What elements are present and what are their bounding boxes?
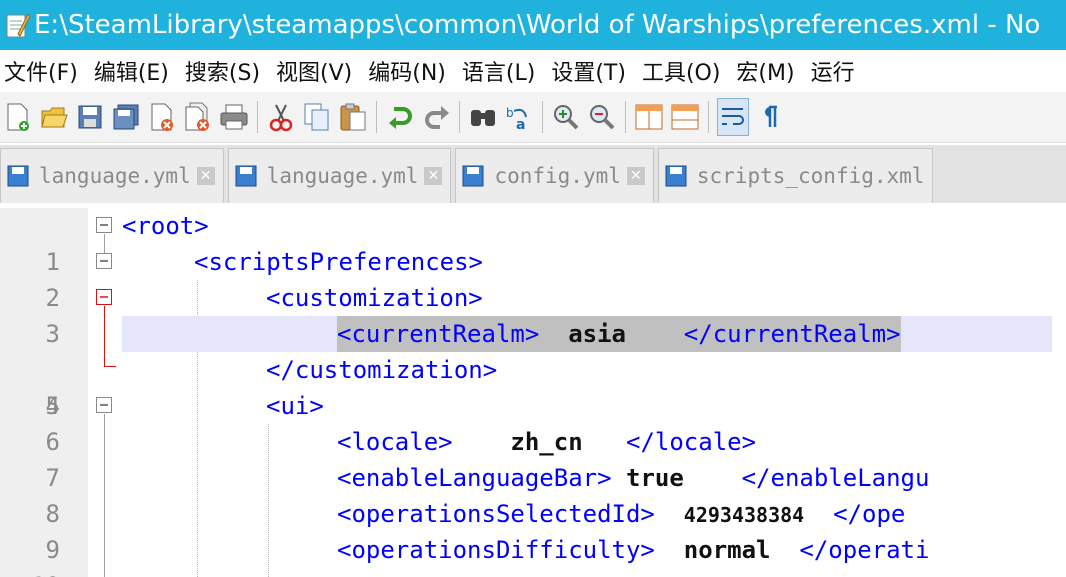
window-title: E:\SteamLibrary\steamapps\common\World o… [34, 10, 1041, 40]
code-line[interactable]: 3 <customization> [0, 280, 1066, 348]
saved-file-icon [7, 165, 29, 187]
tab-label: config.yml [494, 164, 621, 188]
toolbar-separator [459, 101, 460, 133]
code-line[interactable]: 10 <operationsDifficulty> normal </opera… [0, 532, 1066, 577]
code-editor[interactable]: 1 <root> 2 <scriptsPreferences> 3 <custo… [0, 208, 1066, 577]
zoom-in-icon[interactable] [551, 99, 581, 135]
xml-tag: </operati [799, 536, 930, 564]
code-line[interactable]: 7 <locale> zh_cn </locale> [0, 424, 1066, 492]
tab-bar: language.yml ✕ language.yml ✕ config.yml… [0, 145, 1066, 203]
show-all-chars-icon[interactable] [755, 99, 785, 135]
saved-file-icon [665, 165, 687, 187]
code-line[interactable]: 2 <scriptsPreferences> [0, 244, 1066, 312]
toolbar: ba [0, 92, 1066, 143]
copy-icon[interactable] [302, 99, 332, 135]
menu-language[interactable]: 语言(L) [458, 55, 547, 87]
print-icon[interactable] [219, 99, 249, 135]
close-all-icon[interactable] [183, 99, 213, 135]
xml-tag: </enableLangu [741, 464, 930, 492]
sync-vertical-icon[interactable] [634, 99, 664, 135]
xml-value: normal [683, 536, 771, 564]
new-file-icon[interactable] [3, 99, 33, 135]
saved-file-icon [235, 165, 257, 187]
tab-language-yml-1[interactable]: language.yml ✕ [0, 148, 224, 203]
open-file-icon[interactable] [39, 99, 69, 135]
menu-view[interactable]: 视图(V) [272, 55, 364, 87]
code-line[interactable]: 5 </customization> [0, 352, 1066, 420]
menu-settings[interactable]: 设置(T) [547, 55, 638, 87]
xml-tag: <currentRealm> [337, 320, 540, 348]
word-wrap-icon[interactable] [717, 98, 749, 136]
xml-tag: <locale> [337, 428, 453, 456]
xml-tag: <operationsDifficulty> [337, 536, 655, 564]
xml-tag: </ope [833, 500, 906, 528]
fold-minus-icon-active[interactable] [96, 289, 112, 305]
svg-text:a: a [516, 117, 525, 131]
notepad-app-icon [0, 0, 34, 50]
toolbar-separator [376, 101, 377, 133]
code-line[interactable]: 1 <root> [0, 208, 1066, 276]
xml-tag: </customization> [266, 356, 498, 384]
toolbar-separator [257, 101, 258, 133]
menu-bar: 文件(F) 编辑(E) 搜索(S) 视图(V) 编码(N) 语言(L) 设置(T… [0, 50, 1066, 92]
tab-label: scripts_config.xml [696, 164, 925, 188]
xml-tag: </currentRealm> [683, 320, 901, 348]
tab-config-yml[interactable]: config.yml ✕ [455, 148, 654, 203]
tab-label: language.yml [266, 164, 419, 188]
undo-icon[interactable] [385, 99, 415, 135]
xml-value: 4293438384 [683, 503, 805, 527]
tab-close-icon[interactable]: ✕ [626, 167, 645, 185]
svg-text:b: b [506, 106, 514, 120]
xml-tag: </locale> [626, 428, 757, 456]
cut-icon[interactable] [266, 99, 296, 135]
toolbar-separator [708, 101, 709, 133]
fold-minus-icon[interactable] [96, 217, 112, 233]
menu-edit[interactable]: 编辑(E) [90, 55, 181, 87]
tab-close-icon[interactable]: ✕ [196, 167, 215, 185]
tab-label: language.yml [39, 164, 191, 188]
redo-icon[interactable] [421, 99, 451, 135]
menu-tools[interactable]: 工具(O) [638, 55, 732, 87]
menu-run[interactable]: 运行 [807, 55, 867, 87]
tab-language-yml-2[interactable]: language.yml ✕ [227, 148, 452, 203]
code-line-current[interactable]: 4 <currentRealm> asia </currentRealm> [0, 316, 1066, 420]
code-line[interactable]: 9 <operationsSelectedId> 4293438384 </op… [0, 496, 1066, 564]
tab-close-icon[interactable]: ✕ [424, 167, 443, 185]
menu-macro[interactable]: 宏(M) [732, 55, 806, 87]
close-icon[interactable] [147, 99, 177, 135]
title-bar: E:\SteamLibrary\steamapps\common\World o… [0, 0, 1066, 50]
replace-icon[interactable]: ba [504, 99, 534, 135]
xml-tag: <operationsSelectedId> [337, 500, 655, 528]
toolbar-separator [542, 101, 543, 133]
fold-minus-icon[interactable] [96, 253, 112, 269]
xml-tag: <customization> [266, 284, 483, 312]
xml-tag: <ui> [266, 392, 324, 420]
selected-text: <currentRealm> asia </currentRealm> [337, 316, 901, 352]
menu-encoding[interactable]: 编码(N) [364, 55, 458, 87]
saved-file-icon [462, 165, 484, 187]
toolbar-separator [625, 101, 626, 133]
menu-search[interactable]: 搜索(S) [181, 55, 272, 87]
xml-value: zh_cn [510, 428, 583, 456]
zoom-out-icon[interactable] [587, 99, 617, 135]
sync-horizontal-icon[interactable] [670, 99, 700, 135]
fold-minus-icon[interactable] [96, 397, 112, 413]
save-all-icon[interactable] [111, 99, 141, 135]
xml-value: asia [568, 320, 626, 348]
xml-tag: <root> [122, 212, 209, 240]
tab-scripts-config-xml[interactable]: scripts_config.xml [657, 148, 934, 203]
paste-icon[interactable] [338, 99, 368, 135]
code-line[interactable]: 6 <ui> [0, 388, 1066, 456]
code-line[interactable]: 8 <enableLanguageBar> true </enableLangu [0, 460, 1066, 528]
find-icon[interactable] [468, 99, 498, 135]
save-icon[interactable] [75, 99, 105, 135]
xml-tag: <scriptsPreferences> [194, 248, 483, 276]
menu-file[interactable]: 文件(F) [0, 55, 90, 87]
xml-tag: <enableLanguageBar> [337, 464, 612, 492]
xml-value: true [626, 464, 684, 492]
line-number: 10 [0, 568, 60, 577]
